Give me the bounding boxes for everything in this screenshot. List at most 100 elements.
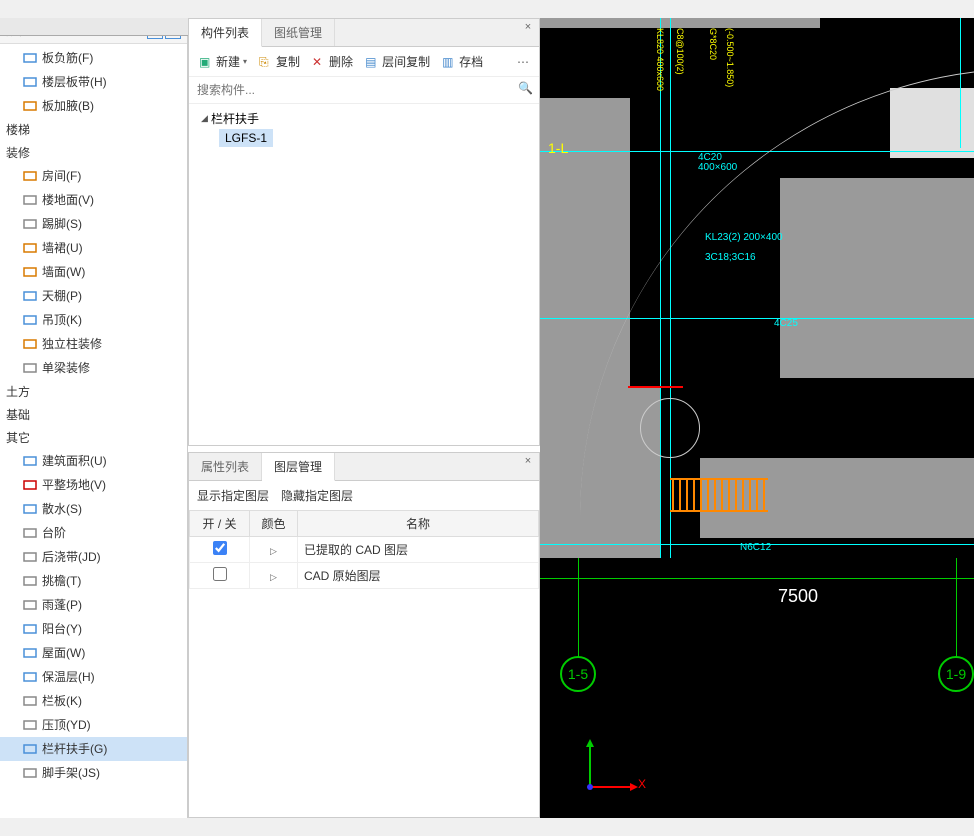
- item-icon: [22, 288, 38, 304]
- item-icon: [22, 741, 38, 757]
- item-icon: [22, 50, 38, 66]
- beam-dim: 400×600: [698, 162, 737, 173]
- component-list-panel: × 构件列表 图纸管理 ▣新建▾ ⎘复制 ✕删除 ▤层间复制 ▥存档 ⋯ 🔍 ◢…: [188, 18, 540, 446]
- new-button[interactable]: ▣新建▾: [195, 51, 251, 72]
- component-root-node[interactable]: ◢ 栏杆扶手: [197, 108, 531, 129]
- tree-item[interactable]: 楼地面(V): [0, 188, 187, 212]
- beam-label: 4C25: [774, 318, 798, 329]
- properties-panel: × 属性列表 图层管理 显示指定图层 隐藏指定图层 开 / 关 颜色 名称 ▷ …: [188, 452, 540, 818]
- search-icon[interactable]: 🔍: [518, 81, 533, 99]
- tree-item[interactable]: 挑檐(T): [0, 569, 187, 593]
- item-icon: [22, 693, 38, 709]
- search-input[interactable]: [195, 81, 536, 99]
- tree-item[interactable]: 楼层板带(H): [0, 70, 187, 94]
- item-icon: [22, 240, 38, 256]
- show-layer-action[interactable]: 显示指定图层: [197, 487, 269, 504]
- archive-button[interactable]: ▥存档: [438, 51, 487, 72]
- item-icon: [22, 597, 38, 613]
- floor-copy-button[interactable]: ▤层间复制: [361, 51, 434, 72]
- tree-item[interactable]: 脚手架(JS): [0, 761, 187, 785]
- layer-table: 开 / 关 颜色 名称 ▷ 已提取的 CAD 图层 ▷ CAD 原始图层: [189, 510, 539, 589]
- item-icon: [22, 216, 38, 232]
- item-icon: [22, 74, 38, 90]
- tree-item[interactable]: 压顶(YD): [0, 713, 187, 737]
- tree-item[interactable]: 散水(S): [0, 497, 187, 521]
- tree-cat-foundation[interactable]: 基础: [0, 403, 187, 426]
- tree-item[interactable]: 雨蓬(P): [0, 593, 187, 617]
- copy-button[interactable]: ⎘复制: [255, 51, 304, 72]
- tree-cat-earth[interactable]: 土方: [0, 380, 187, 403]
- item-icon: [22, 765, 38, 781]
- chevron-down-icon[interactable]: ◢: [201, 113, 211, 124]
- col-name: 名称: [298, 511, 539, 537]
- item-icon: [22, 525, 38, 541]
- item-icon: [22, 549, 38, 565]
- tab-layer-mgmt[interactable]: 图层管理: [262, 453, 335, 481]
- tree-item[interactable]: 单梁装修: [0, 356, 187, 380]
- tree-item[interactable]: 建筑面积(U): [0, 449, 187, 473]
- tree-item[interactable]: 房间(F): [0, 164, 187, 188]
- tree-cat-decor[interactable]: 装修: [0, 141, 187, 164]
- beam-label: N6C12: [740, 542, 771, 553]
- axis-gizmo: X: [580, 737, 640, 800]
- nav-tree: 板负筋(F)楼层板带(H)板加腋(B) 楼梯 装修 房间(F)楼地面(V)踢脚(…: [0, 44, 187, 787]
- grid-marker: 1-9: [938, 656, 974, 692]
- tab-properties[interactable]: 属性列表: [189, 453, 262, 480]
- copy-icon: ⎘: [259, 55, 273, 69]
- beam-spec: 3C18;3C16: [705, 252, 756, 263]
- item-icon: [22, 573, 38, 589]
- tree-item[interactable]: 墙裙(U): [0, 236, 187, 260]
- more-icon[interactable]: ⋯: [513, 55, 533, 69]
- component-item[interactable]: LGFS-1: [219, 129, 273, 147]
- close-icon[interactable]: ×: [521, 455, 535, 469]
- beam-label: KL23(2) 200×400: [705, 232, 783, 243]
- tree-item[interactable]: 板加腋(B): [0, 94, 187, 118]
- new-icon: ▣: [199, 55, 213, 69]
- tab-drawing-mgmt[interactable]: 图纸管理: [262, 19, 335, 46]
- dimension: 7500: [778, 586, 818, 607]
- tree-cat-other[interactable]: 其它: [0, 426, 187, 449]
- col-color: 颜色: [250, 511, 298, 537]
- tree-item[interactable]: 栏杆扶手(G): [0, 737, 187, 761]
- table-row[interactable]: ▷ 已提取的 CAD 图层: [190, 537, 539, 563]
- item-icon: [22, 501, 38, 517]
- grid-marker: 1-5: [560, 656, 596, 692]
- layers-icon: ▤: [365, 55, 379, 69]
- tree-cat-stairs[interactable]: 楼梯: [0, 118, 187, 141]
- tree-item[interactable]: 墙面(W): [0, 260, 187, 284]
- tab-component-list[interactable]: 构件列表: [189, 19, 262, 47]
- item-icon: [22, 360, 38, 376]
- layer-name: CAD 原始图层: [298, 563, 539, 589]
- tree-item[interactable]: 吊顶(K): [0, 308, 187, 332]
- delete-button[interactable]: ✕删除: [308, 51, 357, 72]
- tree-item[interactable]: 阳台(Y): [0, 617, 187, 641]
- layer-toggle[interactable]: [213, 567, 227, 581]
- tree-item[interactable]: 台阶: [0, 521, 187, 545]
- tree-item[interactable]: 板负筋(F): [0, 46, 187, 70]
- tree-item[interactable]: 屋面(W): [0, 641, 187, 665]
- section-label: 1-L: [548, 140, 568, 156]
- delete-icon: ✕: [312, 55, 326, 69]
- expand-icon[interactable]: ▷: [270, 572, 277, 582]
- item-icon: [22, 621, 38, 637]
- tree-item[interactable]: 保温层(H): [0, 665, 187, 689]
- archive-icon: ▥: [442, 55, 456, 69]
- table-row[interactable]: ▷ CAD 原始图层: [190, 563, 539, 589]
- tree-item[interactable]: 平整场地(V): [0, 473, 187, 497]
- close-icon[interactable]: ×: [521, 21, 535, 35]
- tree-item[interactable]: 后浇带(JD): [0, 545, 187, 569]
- tree-item[interactable]: 天棚(P): [0, 284, 187, 308]
- layer-toggle[interactable]: [213, 541, 227, 555]
- col-toggle: 开 / 关: [190, 511, 250, 537]
- hide-layer-action[interactable]: 隐藏指定图层: [281, 487, 353, 504]
- expand-icon[interactable]: ▷: [270, 546, 277, 556]
- item-icon: [22, 98, 38, 114]
- item-icon: [22, 717, 38, 733]
- tree-item[interactable]: 踢脚(S): [0, 212, 187, 236]
- tree-item[interactable]: 栏板(K): [0, 689, 187, 713]
- item-icon: [22, 168, 38, 184]
- cad-viewport[interactable]: 4C20 400×600 KL23(2) 200×400 3C18;3C16 4…: [540, 18, 974, 818]
- item-icon: [22, 645, 38, 661]
- item-icon: [22, 192, 38, 208]
- tree-item[interactable]: 独立柱装修: [0, 332, 187, 356]
